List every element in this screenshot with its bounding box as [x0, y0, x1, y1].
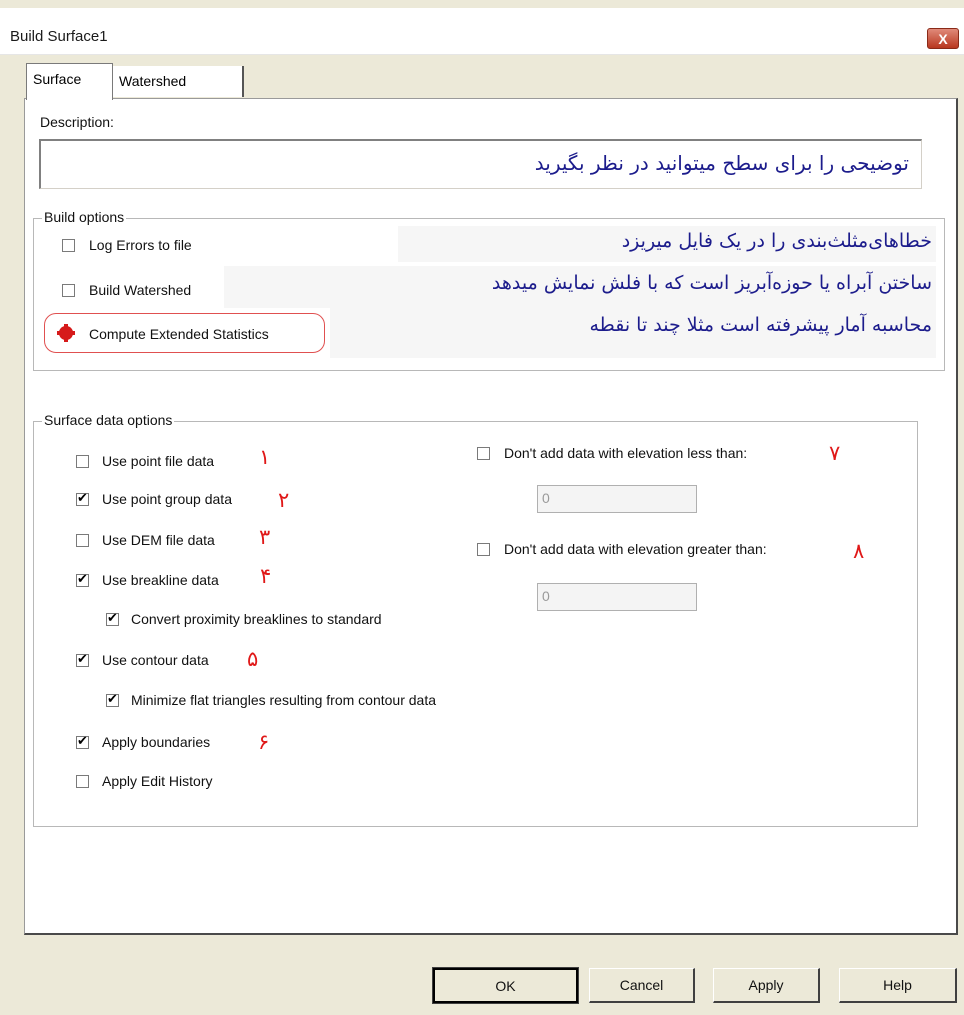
close-button[interactable]: X [927, 28, 959, 49]
tab-watershed[interactable]: Watershed [112, 66, 244, 97]
description-label: Description: [40, 114, 114, 130]
build-watershed-note: ساختن آبراه یا حوزه‌آبریز است که با فلش … [491, 272, 932, 294]
use-point-group-label: Use point group data [102, 491, 232, 507]
log-errors-checkbox[interactable] [62, 239, 75, 252]
help-button[interactable]: Help [839, 968, 957, 1003]
apply-boundaries-checkbox[interactable] [76, 733, 89, 749]
marker-7: ٧ [829, 441, 841, 465]
red-marker-icon [57, 324, 75, 342]
build-watershed-checkbox[interactable] [62, 284, 75, 297]
cancel-button[interactable]: Cancel [589, 968, 695, 1003]
use-dem-file-checkbox[interactable] [76, 534, 89, 547]
use-point-group-checkbox[interactable] [76, 490, 89, 506]
use-contour-label: Use contour data [102, 652, 209, 668]
use-point-file-label: Use point file data [102, 453, 215, 469]
elevation-greater-checkbox[interactable] [477, 543, 490, 556]
title-bar: Build Surface1 X [0, 8, 964, 55]
apply-boundaries-label: Apply boundaries [102, 734, 211, 750]
use-point-file-checkbox[interactable] [76, 455, 89, 468]
window-title: Build Surface1 [10, 28, 108, 45]
minimize-flat-triangles-label: Minimize flat triangles resulting from c… [131, 692, 437, 708]
minimize-flat-triangles-checkbox[interactable] [106, 691, 119, 707]
ok-button[interactable]: OK [432, 967, 579, 1004]
marker-4: ۴ [260, 564, 272, 588]
apply-button[interactable]: Apply [713, 968, 820, 1003]
apply-edit-history-label: Apply Edit History [102, 773, 213, 789]
convert-proximity-checkbox[interactable] [106, 610, 119, 626]
use-contour-checkbox[interactable] [76, 651, 89, 667]
marker-1: ١ [259, 445, 271, 469]
tab-surface[interactable]: Surface [26, 63, 113, 100]
use-breakline-checkbox[interactable] [76, 571, 89, 587]
elevation-less-input[interactable]: 0 [537, 485, 697, 513]
description-value: توضیحی را برای سطح میتوانید در نظر بگیری… [534, 151, 909, 175]
build-options-title: Build options [42, 209, 127, 225]
elevation-less-checkbox[interactable] [477, 447, 490, 460]
compute-statistics-note: محاسبه آمار پیشرفته است مثلا چند تا نقطه [589, 314, 932, 336]
marker-3: ٣ [259, 525, 271, 549]
marker-2: ٢ [278, 488, 290, 512]
apply-edit-history-checkbox[interactable] [76, 775, 89, 788]
build-surface-dialog: Build Surface1 X Surface Watershed Descr… [0, 0, 964, 1015]
elevation-less-label: Don't add data with elevation less than: [504, 445, 748, 461]
elevation-greater-value: 0 [542, 588, 550, 604]
elevation-greater-input[interactable]: 0 [537, 583, 697, 611]
surface-data-options-title: Surface data options [42, 412, 175, 428]
use-dem-file-label: Use DEM file data [102, 532, 215, 548]
log-errors-label: Log Errors to file [89, 237, 192, 253]
use-breakline-label: Use breakline data [102, 572, 219, 588]
log-errors-note: خطاهای‌مثلث‌بندی را در یک فایل میریزد [621, 230, 932, 252]
build-watershed-label: Build Watershed [89, 282, 192, 298]
compute-statistics-label[interactable]: Compute Extended Statistics [89, 326, 269, 342]
convert-proximity-label: Convert proximity breaklines to standard [131, 611, 382, 627]
description-field[interactable]: توضیحی را برای سطح میتوانید در نظر بگیری… [39, 139, 922, 189]
marker-6: ۶ [258, 730, 270, 754]
marker-8: ٨ [853, 539, 865, 563]
marker-5: ۵ [247, 647, 259, 671]
elevation-less-value: 0 [542, 490, 550, 506]
elevation-greater-label: Don't add data with elevation greater th… [504, 541, 767, 557]
close-icon: X [938, 31, 948, 47]
